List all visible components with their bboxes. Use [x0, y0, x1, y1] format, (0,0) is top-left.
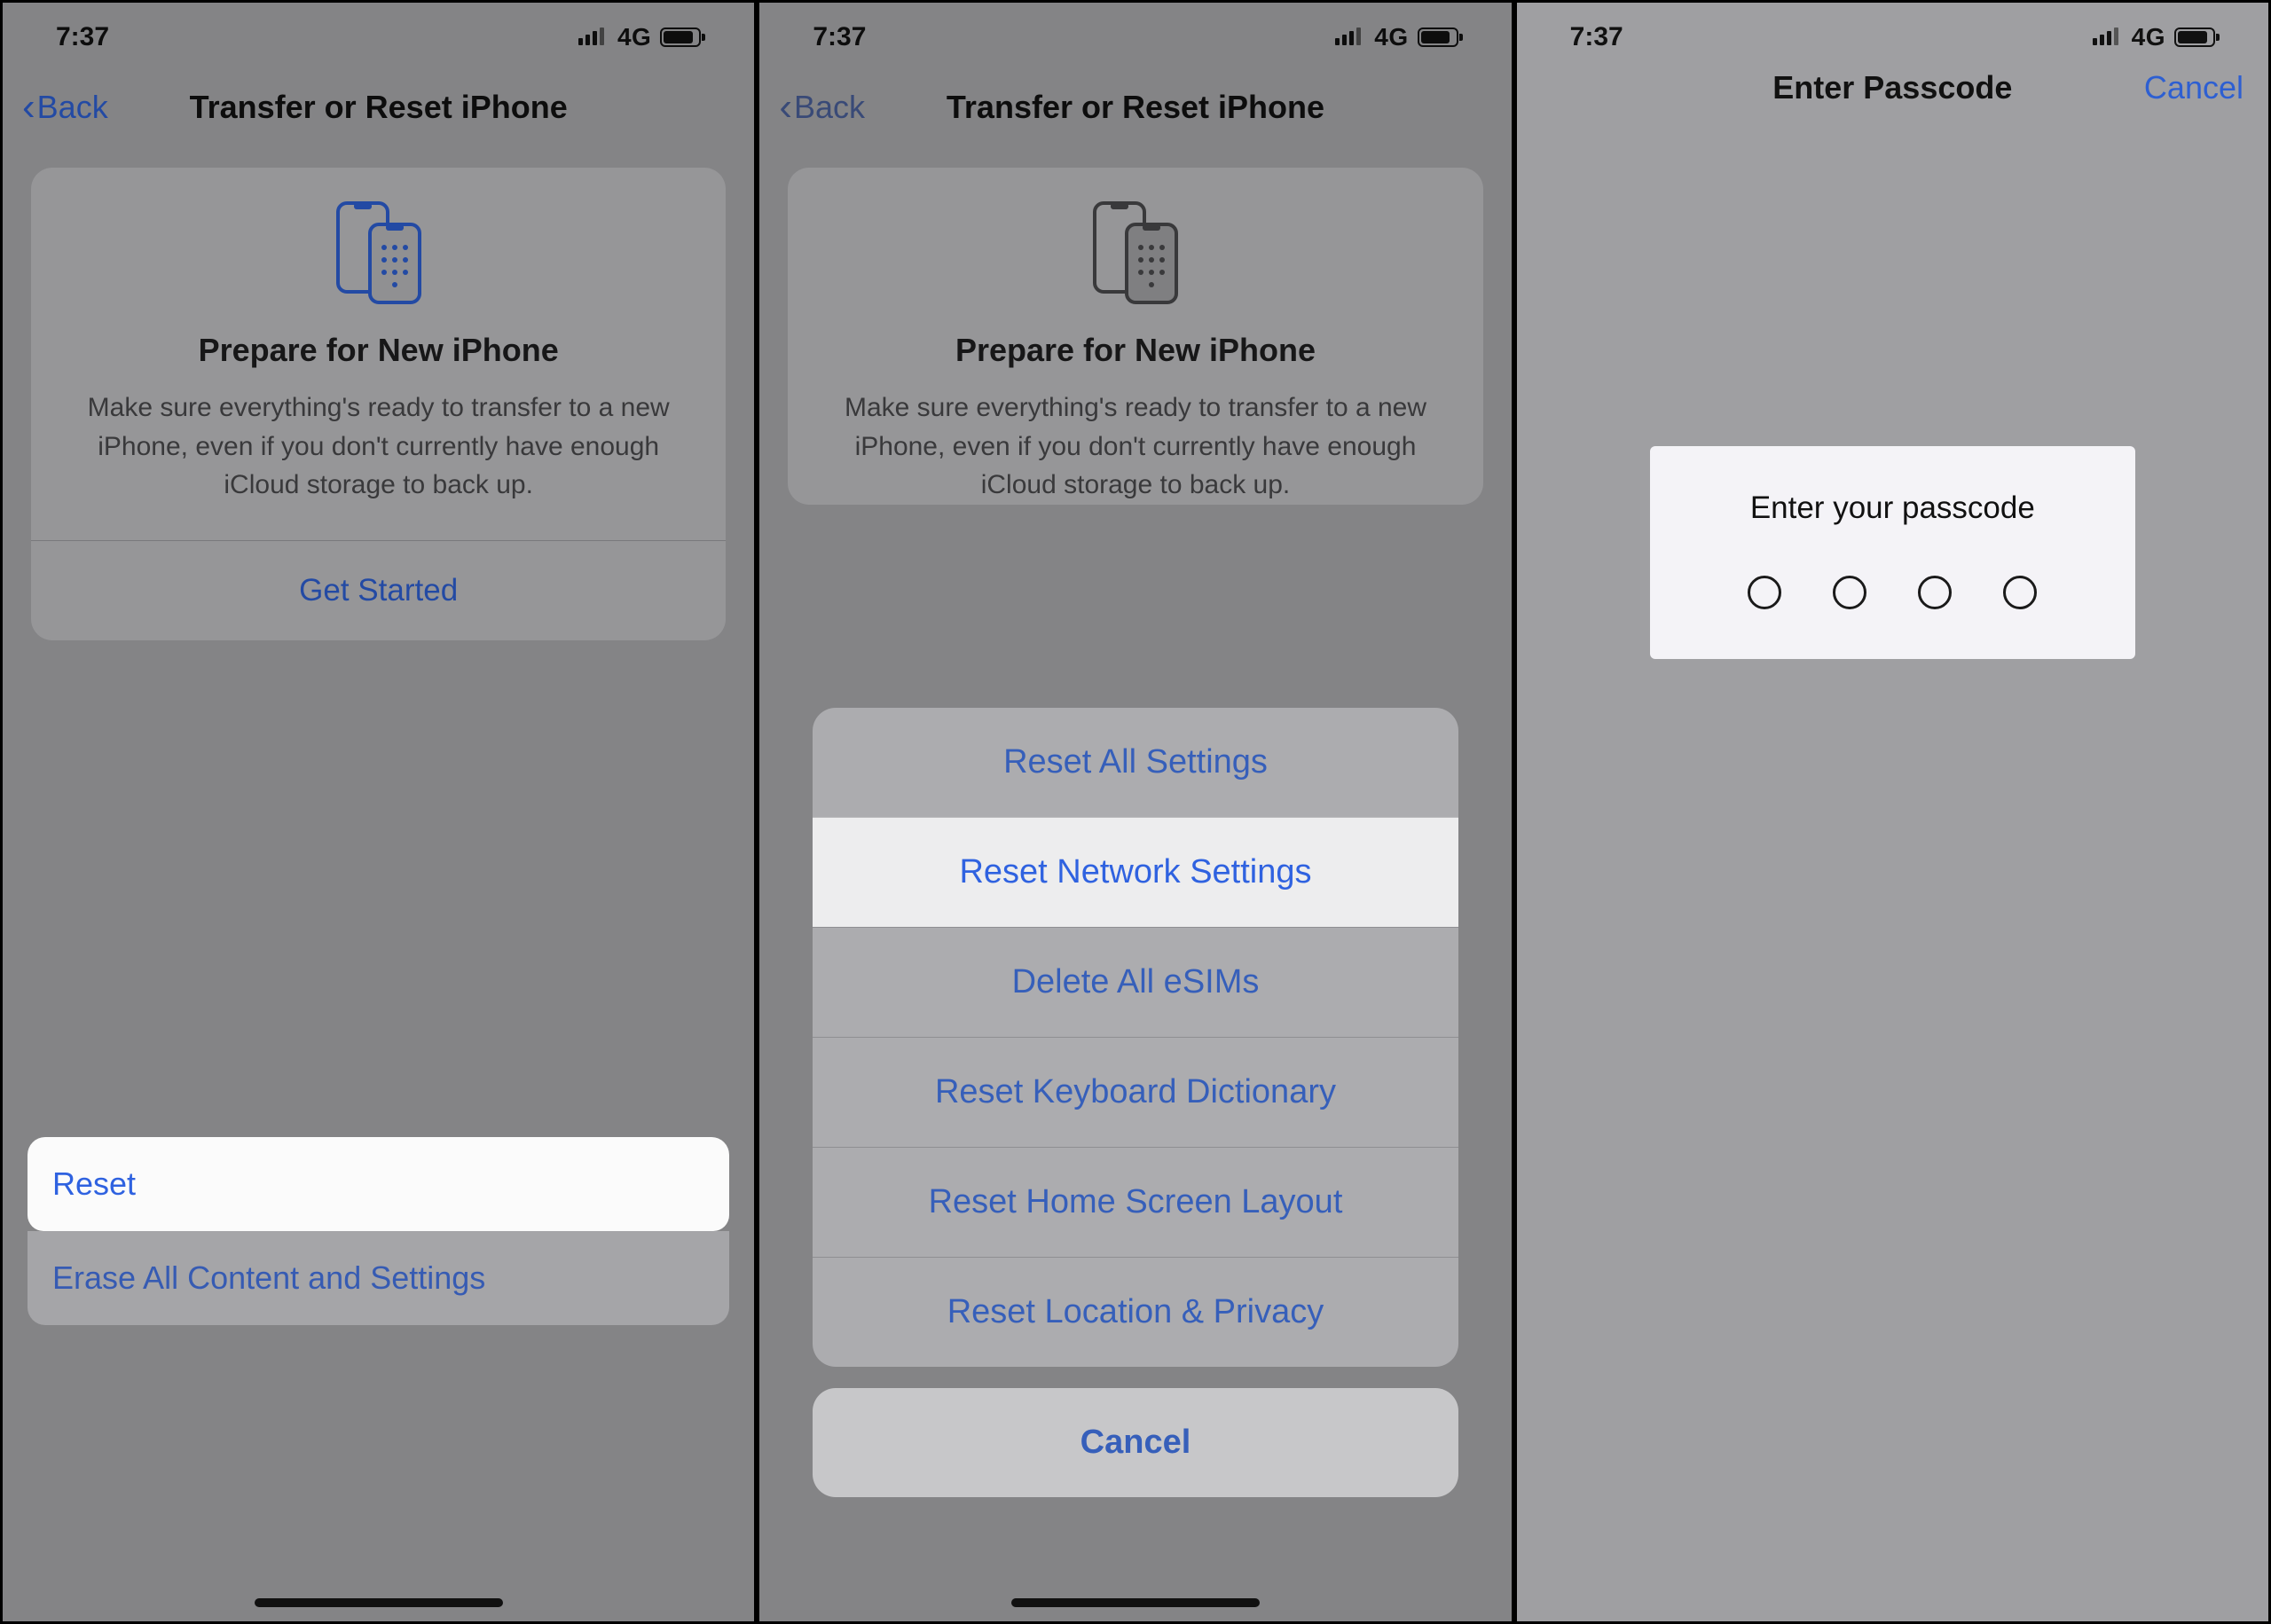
- chevron-left-icon: ‹: [22, 88, 35, 127]
- signal-icon: [578, 22, 609, 52]
- chevron-left-icon: ‹: [779, 88, 792, 127]
- status-time: 7:37: [56, 22, 109, 52]
- phones-icon: [58, 200, 699, 310]
- signal-icon: [2093, 22, 2123, 52]
- passcode-panel: Enter your passcode: [1650, 446, 2135, 659]
- phone-screen-3: 7:37 4G Enter Passcode Cancel Enter your…: [1517, 3, 2268, 1621]
- cancel-button[interactable]: Cancel: [2144, 69, 2243, 106]
- back-label: Back: [37, 89, 108, 126]
- passcode-dots: [1677, 576, 2109, 609]
- passcode-dot-4: [2003, 576, 2037, 609]
- status-bar: 7:37 4G: [759, 3, 1511, 63]
- phone-screen-1: 7:37 4G ‹ Back Transfer or Reset iPhone …: [3, 3, 754, 1621]
- status-time: 7:37: [1570, 22, 1623, 52]
- reset-all-settings[interactable]: Reset All Settings: [813, 708, 1458, 817]
- phone-screen-2: 7:37 4G ‹ Back Transfer or Reset iPhone …: [759, 3, 1511, 1621]
- nav-header: Enter Passcode Cancel: [1517, 63, 2268, 111]
- home-indicator: [1011, 1598, 1260, 1607]
- status-right: 4G: [2093, 22, 2215, 52]
- battery-icon: [2174, 27, 2215, 47]
- battery-icon: [660, 27, 701, 47]
- passcode-dot-2: [1833, 576, 1866, 609]
- phones-icon: [814, 200, 1456, 310]
- sheet-options: Reset All Settings Reset Network Setting…: [813, 708, 1458, 1367]
- prepare-card: Prepare for New iPhone Make sure everyth…: [788, 168, 1482, 505]
- reset-action-sheet: Reset All Settings Reset Network Setting…: [813, 708, 1458, 1497]
- status-bar: 7:37 4G: [3, 3, 754, 63]
- status-network: 4G: [1374, 23, 1408, 51]
- home-indicator: [255, 1598, 503, 1607]
- status-network: 4G: [617, 23, 651, 51]
- passcode-prompt: Enter your passcode: [1677, 490, 2109, 526]
- battery-icon: [1418, 27, 1458, 47]
- status-network: 4G: [2132, 23, 2165, 51]
- passcode-dot-1: [1748, 576, 1781, 609]
- back-button[interactable]: ‹ Back: [779, 88, 865, 127]
- get-started-link[interactable]: Get Started: [58, 541, 699, 640]
- bottom-list: Reset Erase All Content and Settings: [28, 1137, 729, 1325]
- page-title: Transfer or Reset iPhone: [759, 89, 1511, 126]
- reset-item[interactable]: Reset: [28, 1137, 729, 1231]
- back-button[interactable]: ‹ Back: [22, 88, 108, 127]
- reset-network-settings[interactable]: Reset Network Settings: [813, 817, 1458, 927]
- reset-keyboard-dictionary[interactable]: Reset Keyboard Dictionary: [813, 1037, 1458, 1147]
- delete-all-esims[interactable]: Delete All eSIMs: [813, 927, 1458, 1037]
- prepare-desc: Make sure everything's ready to transfer…: [821, 388, 1449, 505]
- back-label: Back: [794, 89, 865, 126]
- status-right: 4G: [1335, 22, 1458, 52]
- nav-header: ‹ Back Transfer or Reset iPhone: [759, 63, 1511, 150]
- prepare-desc: Make sure everything's ready to transfer…: [65, 388, 692, 505]
- sheet-cancel-button[interactable]: Cancel: [813, 1388, 1458, 1497]
- reset-home-screen[interactable]: Reset Home Screen Layout: [813, 1147, 1458, 1257]
- status-time: 7:37: [813, 22, 866, 52]
- nav-header: ‹ Back Transfer or Reset iPhone: [3, 63, 754, 150]
- status-right: 4G: [578, 22, 701, 52]
- signal-icon: [1335, 22, 1365, 52]
- erase-item[interactable]: Erase All Content and Settings: [28, 1231, 729, 1325]
- reset-location-privacy[interactable]: Reset Location & Privacy: [813, 1257, 1458, 1367]
- prepare-card: Prepare for New iPhone Make sure everyth…: [31, 168, 726, 640]
- prepare-title: Prepare for New iPhone: [58, 332, 699, 369]
- prepare-title: Prepare for New iPhone: [814, 332, 1456, 369]
- passcode-dot-3: [1918, 576, 1952, 609]
- status-bar: 7:37 4G: [1517, 3, 2268, 63]
- page-title: Transfer or Reset iPhone: [3, 89, 754, 126]
